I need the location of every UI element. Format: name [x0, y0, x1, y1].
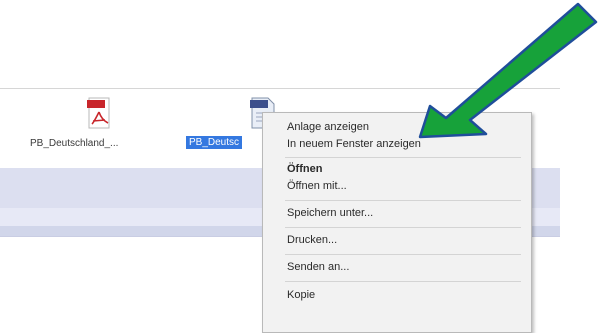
annotation-arrow-icon — [418, 2, 598, 139]
